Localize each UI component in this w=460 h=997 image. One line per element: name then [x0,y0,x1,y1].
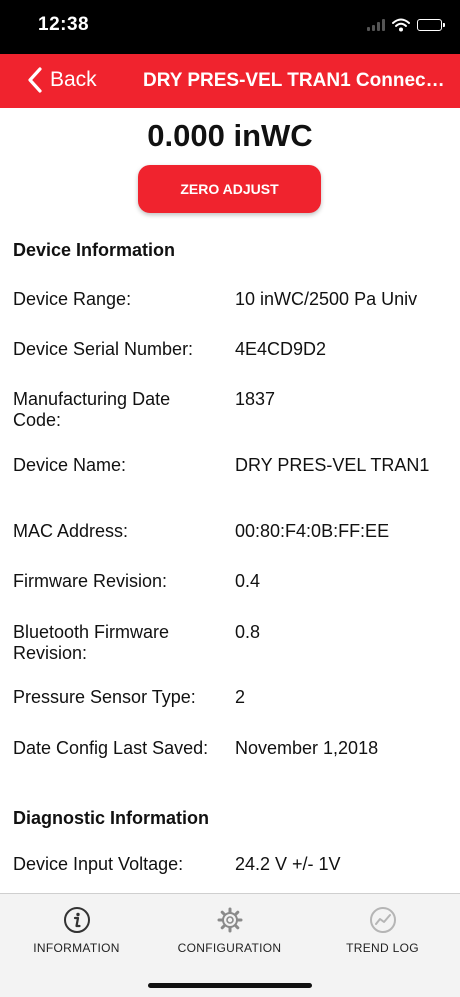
battery-icon [417,19,445,31]
row-value: 0.4 [235,571,261,591]
row-value: 0.8 [235,622,261,642]
row-label: Manufacturing Date Code: [13,389,171,430]
row-value: 24.2 V +/- 1V [235,854,341,874]
back-button[interactable]: Back [28,67,97,93]
row-label: Device Name: [13,455,127,475]
row-label: Device Serial Number: [13,339,194,359]
row-value: 1837 [235,389,276,409]
diagnostic-info-heading: Diagnostic Information [13,808,210,828]
row-value: 4E4CD9D2 [235,339,327,359]
row-value: DRY PRES-VEL TRAN1 [235,455,430,475]
tab-bar: INFORMATION CONFIGURATION TREND LOG [0,893,460,997]
zero-adjust-button[interactable]: ZERO ADJUST [138,165,321,213]
row-value: November 1,2018 [235,738,379,758]
row-label: Firmware Revision: [13,571,168,591]
row-label: Bluetooth Firmware Revision: [13,622,170,663]
row-label: Device Input Voltage: [13,854,184,874]
gear-icon [217,907,242,933]
chevron-left-icon [28,67,42,93]
info-icon [63,907,90,933]
pressure-reading: 0.000 inWC [147,118,313,153]
row-label: MAC Address: [13,521,129,541]
row-label: Date Config Last Saved: [13,738,209,758]
row-value: 10 inWC/2500 Pa Univ [235,289,418,309]
trend-icon [369,907,396,933]
wifi-icon [392,18,410,32]
nav-bar: Back DRY PRES-VEL TRAN1 Connected [0,54,460,108]
status-icons [367,18,445,32]
tab-configuration[interactable]: CONFIGURATION [153,906,306,955]
tab-label: INFORMATION [33,941,120,955]
tab-information[interactable]: INFORMATION [0,906,153,955]
tab-label: TREND LOG [346,941,419,955]
status-bar: 12:38 [0,0,460,54]
row-label: Device Range: [13,289,132,309]
page-title: DRY PRES-VEL TRAN1 Connected [143,70,448,91]
home-indicator[interactable] [148,983,312,988]
row-value: 00:80:F4:0B:FF:EE [235,521,390,541]
row-label: Pressure Sensor Type: [13,687,196,707]
row-value: 2 [235,687,246,707]
tab-trend-log[interactable]: TREND LOG [306,906,459,955]
tab-label: CONFIGURATION [177,941,282,955]
back-label: Back [50,68,97,91]
status-time: 12:38 [38,14,90,35]
signal-icon [367,19,385,31]
device-info-heading: Device Information [13,240,176,260]
